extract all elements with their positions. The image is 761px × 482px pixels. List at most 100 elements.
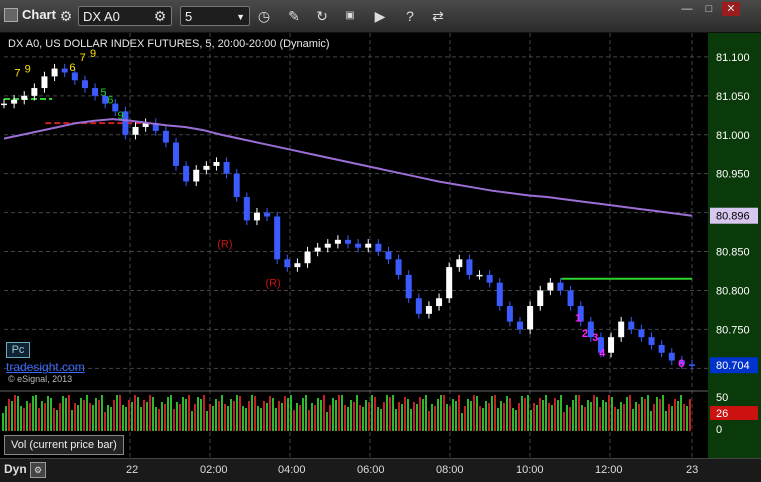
price-chart[interactable]: 7 9 67 9569(R)(R)12 346 81.10081.05081.00080… [0, 33, 761, 481]
candle-body [233, 173, 240, 198]
candle-body [476, 274, 483, 277]
help-icon[interactable]: ? [400, 6, 420, 26]
volume-tick-label: 50 [716, 392, 728, 404]
close-button[interactable]: ✕ [722, 2, 740, 16]
annotation-label: 5 [100, 87, 106, 99]
price-tick-label: 81.050 [716, 91, 750, 103]
candle-body [284, 259, 291, 268]
candle-body [294, 263, 301, 268]
candle-body [446, 267, 453, 299]
annotation-label: 9 [118, 110, 124, 122]
annotation-label: 6 [107, 95, 113, 107]
last-price-tag-text: 80.704 [716, 360, 750, 372]
cycle-icon[interactable]: ↻ [312, 6, 332, 26]
link-icon[interactable]: ⇄ [428, 6, 448, 26]
candle-body [456, 259, 463, 268]
candle-body [648, 337, 655, 345]
minimize-button[interactable]: — [678, 2, 696, 16]
candle-body [517, 321, 523, 330]
annotation-label: 6 [69, 62, 75, 74]
candle-body [608, 337, 615, 353]
dyn-settings-icon[interactable]: ⚙ [30, 462, 46, 478]
x-tick: 23 [686, 464, 699, 476]
window-title-text: Chart [22, 7, 56, 22]
site-link[interactable]: tradesight.com [6, 360, 85, 374]
candle-body [81, 80, 88, 89]
candle-body [466, 259, 473, 275]
chart-toolbar: Chart ⚙ DX A0 ⚙ 5 ▼ ◷ ✎ ↻ ▣ ▶ ? ⇄ — □ ✕ [0, 0, 761, 33]
x-tick: 08:00 [436, 464, 464, 476]
candle-body [689, 364, 695, 366]
pc-badge[interactable]: Pc [6, 342, 30, 358]
candle-body [638, 329, 645, 338]
candle-body [537, 290, 544, 307]
draw-icon[interactable]: ✎ [284, 6, 304, 26]
candle-body [486, 274, 493, 283]
chart-icon [4, 7, 18, 22]
candle-body [314, 247, 321, 252]
candle-body [385, 251, 392, 260]
dyn-label[interactable]: Dyn [4, 462, 27, 476]
candle-body [213, 162, 220, 166]
symbol-settings-icon[interactable]: ⚙ [56, 6, 76, 26]
window-title: Chart [4, 7, 56, 22]
ma-value-tag: 80.896 [710, 207, 758, 224]
candle-body [41, 76, 48, 89]
candle-body [365, 243, 372, 248]
candle-body [11, 99, 18, 104]
annotation-label: (R) [217, 239, 232, 251]
candle-body [1, 103, 7, 106]
candle-body [203, 165, 210, 170]
chevron-down-icon: ▼ [236, 12, 245, 22]
candle-body [506, 306, 513, 322]
candle-body [132, 126, 139, 135]
x-tick: 06:00 [357, 464, 385, 476]
volume-tick-label: 26 [716, 408, 728, 420]
maximize-button[interactable]: □ [700, 2, 718, 16]
annotation-label: 1 [575, 313, 581, 325]
snapshot-icon[interactable]: ▣ [340, 6, 360, 26]
refresh-icon[interactable]: ◷ [254, 6, 274, 26]
annotation-label: 7 [80, 52, 86, 64]
candle-body [183, 165, 190, 182]
candle-body [334, 239, 341, 244]
candle-body [547, 282, 554, 291]
candle-body [31, 88, 38, 96]
volume-study-label[interactable]: Vol (current price bar) [4, 435, 124, 455]
price-tick-label: 80.850 [716, 247, 750, 259]
price-tick-label: 80.750 [716, 324, 750, 336]
copyright: © eSignal, 2013 [8, 374, 73, 384]
candle-body [668, 352, 675, 361]
candle-body [223, 162, 230, 174]
annotation-label: 7 [14, 67, 20, 79]
x-tick: 02:00 [200, 464, 228, 476]
annotation-label: 9 [25, 63, 31, 75]
x-tick: 12:00 [595, 464, 623, 476]
annotation-label: 6 [678, 358, 684, 370]
play-icon[interactable]: ▶ [370, 6, 390, 26]
candle-body [405, 274, 412, 299]
symbol-options-icon[interactable]: ⚙ [150, 6, 170, 26]
interval-select[interactable]: 5 ▼ [180, 6, 250, 26]
last-price-tag: 80.704 [710, 357, 758, 374]
candle-body [618, 321, 625, 338]
candle-body [395, 259, 402, 275]
candle-body [274, 216, 281, 260]
candle-body [628, 321, 635, 330]
candle-body [162, 130, 169, 143]
chart-header: DX A0, US DOLLAR INDEX FUTURES, 5, 20:00… [8, 38, 330, 50]
candle-body [264, 212, 271, 217]
price-tick-label: 80.800 [716, 285, 750, 297]
candle-body [21, 95, 28, 100]
candle-body [51, 68, 58, 77]
annotation-label: (R) [265, 278, 280, 290]
interval-value: 5 [185, 9, 193, 24]
annotation-label: 4 [599, 348, 606, 360]
candle-body [173, 142, 179, 166]
ma-value-tag-text: 80.896 [716, 211, 750, 223]
candle-body [658, 344, 665, 353]
x-tick: 22 [126, 464, 139, 476]
volume-tick-label: 0 [716, 424, 722, 436]
candle-body [496, 282, 503, 307]
price-tick-label: 81.100 [716, 52, 750, 64]
